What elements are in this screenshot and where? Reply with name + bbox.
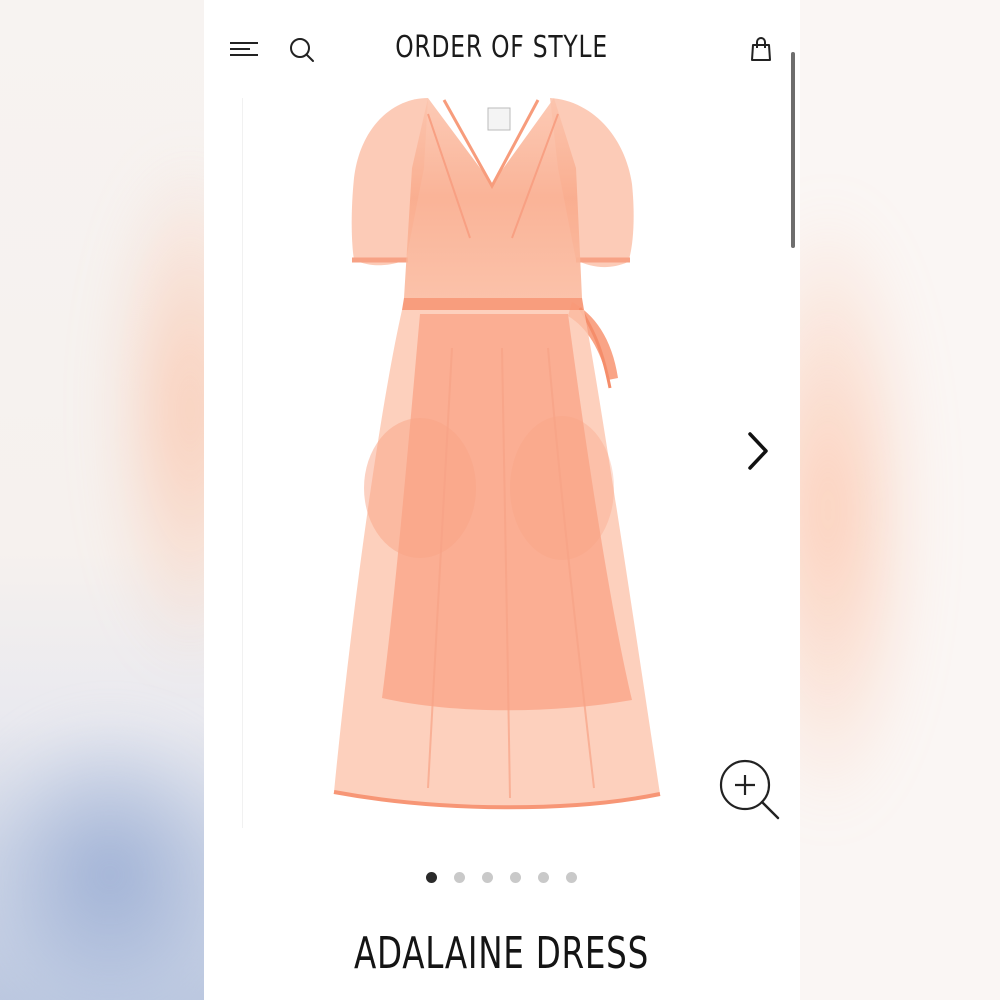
zoom-in-icon[interactable] <box>718 758 782 822</box>
pagination-dot-3[interactable] <box>482 872 493 883</box>
phone-screen: ORDER OF STYLE ADALAINE DRESS <box>204 0 800 1000</box>
pagination-dot-2[interactable] <box>454 872 465 883</box>
pagination-dot-5[interactable] <box>538 872 549 883</box>
blurred-background-right <box>798 0 1000 1000</box>
scrollbar[interactable] <box>791 52 795 248</box>
shopping-bag-icon[interactable] <box>750 36 772 62</box>
pagination-dot-1[interactable] <box>426 872 437 883</box>
product-image-gallery[interactable] <box>240 88 764 828</box>
product-title: ADALAINE DRESS <box>353 928 650 979</box>
brand-logo[interactable]: ORDER OF STYLE <box>269 30 734 65</box>
chevron-right-icon[interactable] <box>742 428 772 474</box>
product-image <box>333 98 661 810</box>
pagination-dot-4[interactable] <box>510 872 521 883</box>
hamburger-menu-icon[interactable] <box>230 40 258 60</box>
pagination-dot-6[interactable] <box>566 872 577 883</box>
site-header: ORDER OF STYLE <box>204 0 800 100</box>
blurred-background-left <box>0 0 205 1000</box>
